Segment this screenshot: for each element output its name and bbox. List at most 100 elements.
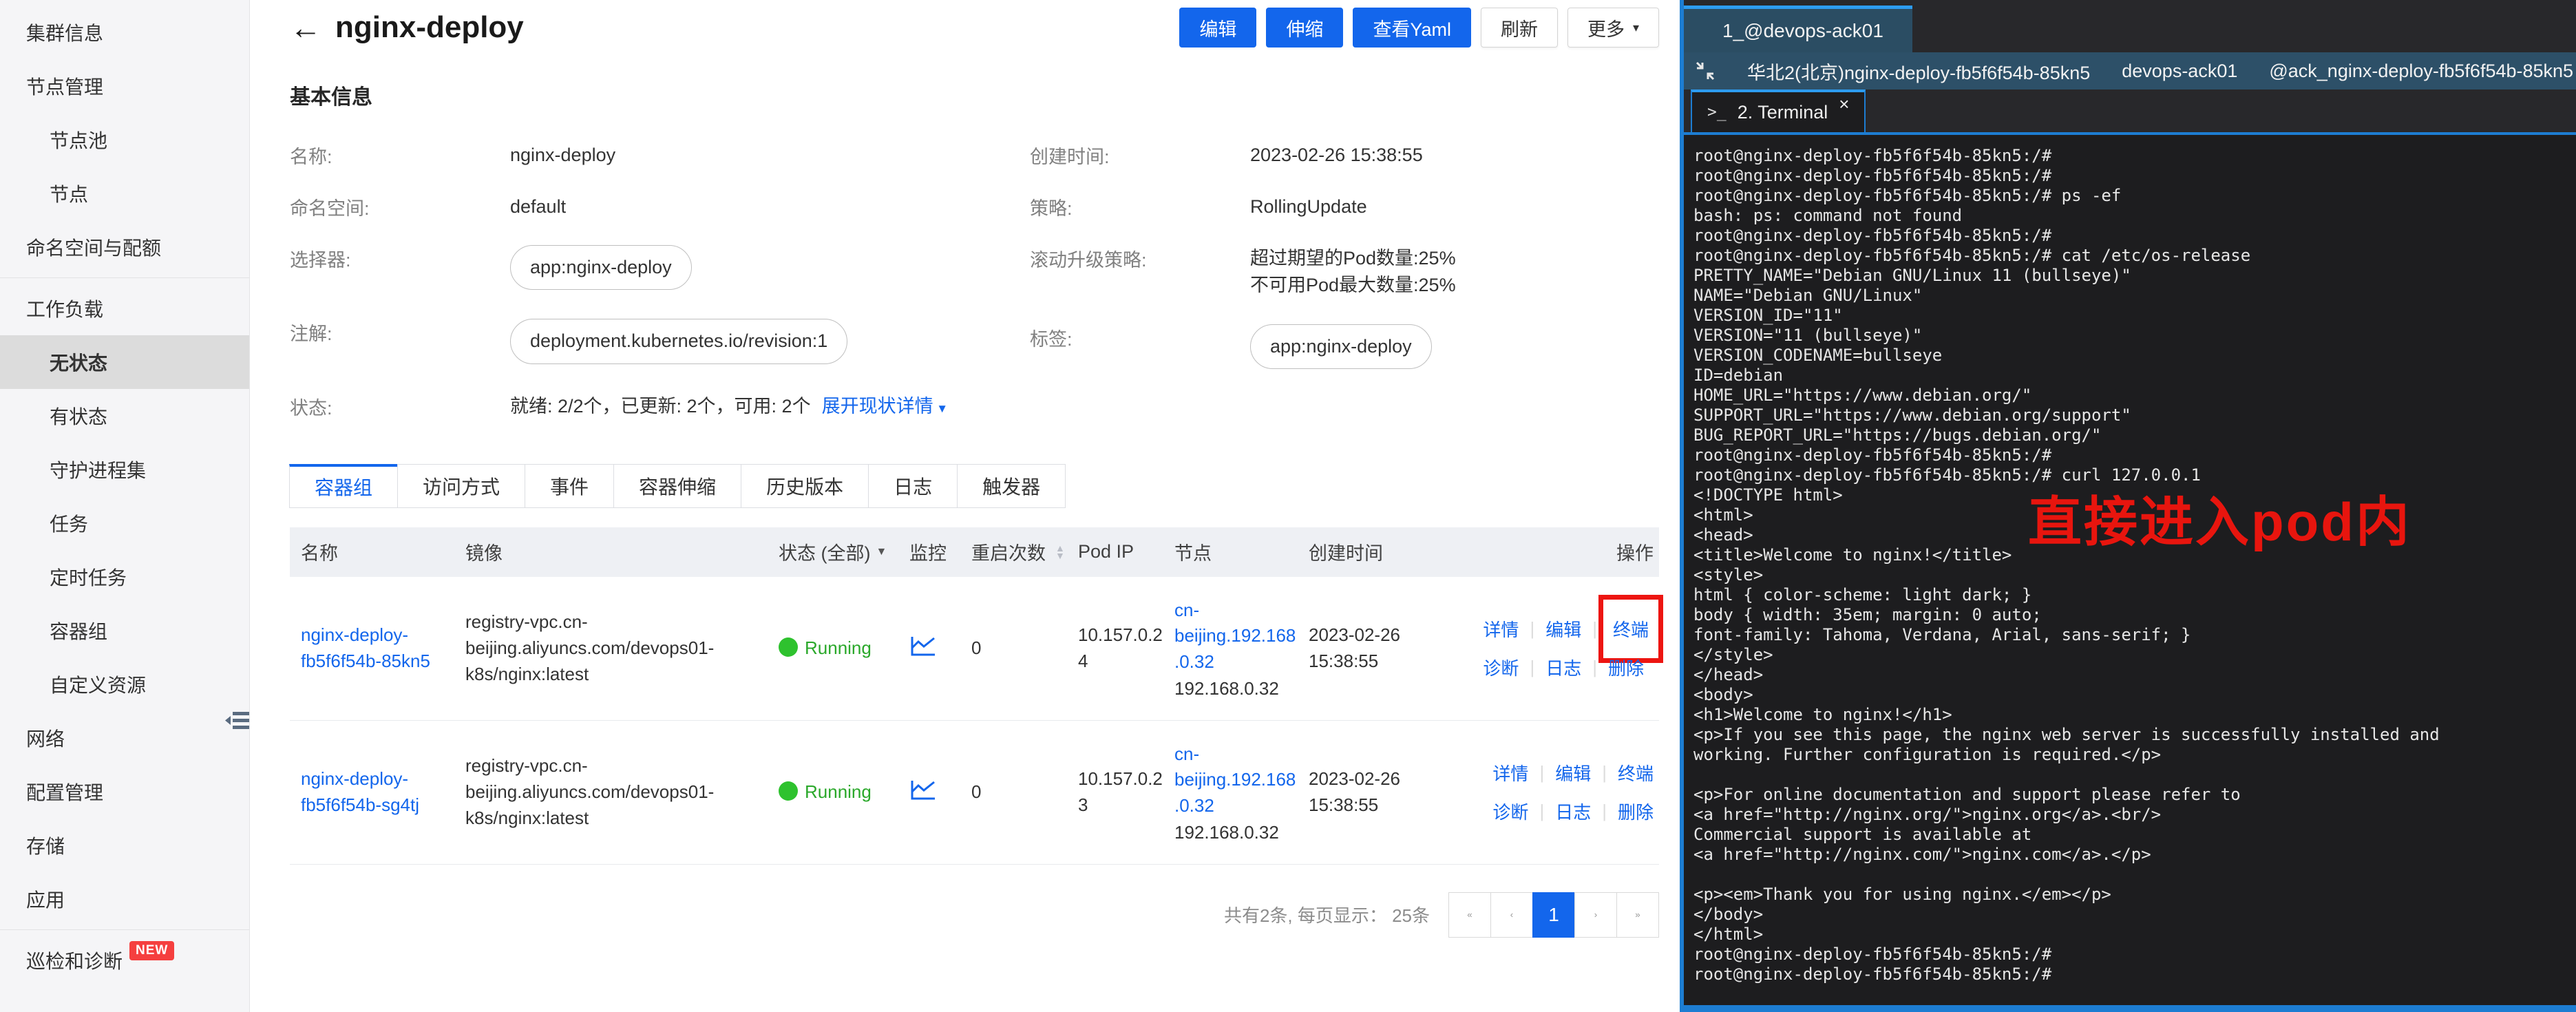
button-label: 刷新	[1501, 14, 1538, 41]
pod-name-link[interactable]: nginx-deploy-fb5f6f54b-85kn5	[301, 624, 430, 671]
terminal-output[interactable]: root@nginx-deploy-fb5f6f54b-85kn5:/# roo…	[1684, 135, 2576, 1005]
info-label: 状态:	[290, 388, 510, 420]
collapse-sidebar-icon[interactable]	[219, 704, 256, 737]
page-nav-button[interactable]: ›	[1574, 892, 1617, 938]
page-number-active[interactable]: 1	[1532, 892, 1575, 938]
tab-item[interactable]: 事件	[525, 464, 614, 508]
terminal-pod-location: 华北2(北京)nginx-deploy-fb5f6f54b-85kn5	[1747, 58, 2090, 85]
pod-action-line: 详情|编辑|终端	[1483, 610, 1654, 649]
sidebar-item[interactable]: 容器组	[0, 604, 249, 657]
column-header-restarts[interactable]: 重启次数▲▼	[971, 538, 1078, 565]
info-row: 名称:nginx-deploy	[290, 136, 1030, 169]
pod-action-link[interactable]: 删除	[1608, 655, 1644, 680]
sidebar-item[interactable]: 节点管理	[0, 59, 249, 113]
info-label: 策略:	[1030, 188, 1250, 220]
info-text: 超过期望的Pod数量:25% 不可用Pod最大数量:25%	[1250, 248, 1456, 295]
pod-action-link[interactable]: 终端	[1613, 620, 1649, 640]
pod-action-line: 诊断|日志|删除	[1492, 792, 1654, 831]
primary-action-button[interactable]: 查看Yaml	[1353, 8, 1471, 48]
pod-name-link[interactable]: nginx-deploy-fb5f6f54b-sg4tj	[301, 768, 419, 815]
close-terminal-tab-icon[interactable]: ×	[1839, 94, 1849, 115]
terminal-tab-label: 2. Terminal	[1738, 102, 1828, 123]
sidebar-item[interactable]: 有状态	[0, 389, 249, 443]
pod-action-link[interactable]: 详情	[1483, 616, 1519, 642]
page-nav-button[interactable]: »	[1616, 892, 1659, 938]
sidebar-item-label: 巡检和诊断	[26, 947, 123, 974]
sidebar-item[interactable]: 配置管理	[0, 765, 249, 819]
info-row: 策略:RollingUpdate	[1030, 188, 1659, 220]
monitor-chart-icon[interactable]	[909, 634, 937, 662]
tab-item[interactable]: 日志	[868, 464, 958, 508]
sidebar-item[interactable]: 工作负载	[0, 282, 249, 335]
status-dot-icon	[779, 637, 798, 657]
tab-terminal[interactable]: >_ 2. Terminal ×	[1691, 89, 1866, 132]
sidebar-item[interactable]: 巡检和诊断NEW	[0, 934, 249, 987]
sidebar-item[interactable]: 节点池	[0, 113, 249, 167]
primary-action-button[interactable]: 编辑	[1179, 8, 1256, 48]
info-label: 创建时间:	[1030, 136, 1250, 169]
action-separator: |	[1602, 801, 1607, 822]
secondary-action-button[interactable]: 更多▾	[1567, 8, 1659, 48]
pod-action-link[interactable]: 编辑	[1555, 760, 1591, 786]
terminal-session-tab[interactable]: 1_@devops-ack01	[1684, 6, 1912, 52]
tab-item[interactable]: 访问方式	[397, 464, 525, 508]
sidebar-item[interactable]: 节点	[0, 167, 249, 220]
sidebar-item[interactable]: 无状态	[0, 335, 249, 389]
page-nav-button[interactable]: «	[1448, 892, 1491, 938]
status-filter-caret-icon: ▼	[876, 546, 887, 558]
chevron-down-icon: ▼	[933, 402, 949, 415]
tab-item[interactable]: 历史版本	[741, 464, 869, 508]
pod-actions-cell: 详情|编辑|终端诊断|日志|删除	[1457, 610, 1659, 687]
pod-action-link[interactable]: 日志	[1555, 799, 1591, 824]
table-row: nginx-deploy-fb5f6f54b-85kn5registry-vpc…	[290, 577, 1659, 721]
info-value: 超过期望的Pod数量:25% 不可用Pod最大数量:25%	[1250, 240, 1456, 299]
tab-active[interactable]: 容器组	[289, 464, 398, 508]
sidebar-item-label: 命名空间与配额	[26, 233, 161, 261]
button-label: 伸缩	[1286, 14, 1323, 41]
sidebar-item[interactable]: 命名空间与配额	[0, 220, 249, 274]
primary-action-button[interactable]: 伸缩	[1266, 8, 1343, 48]
action-separator: |	[1539, 762, 1544, 783]
pod-action-link[interactable]: 终端	[1618, 760, 1654, 786]
info-row: 状态:就绪: 2/2个，已更新: 2个，可用: 2个展开现状详情 ▼	[290, 388, 1030, 420]
secondary-action-button[interactable]: 刷新	[1481, 8, 1558, 48]
monitor-chart-icon[interactable]	[909, 778, 937, 806]
pod-image-cell: registry-vpc.cn-beijing.aliyuncs.com/dev…	[465, 753, 779, 831]
info-label: 命名空间:	[290, 188, 510, 220]
sidebar-item[interactable]: 自定义资源	[0, 657, 249, 711]
highlight-red-box: 终端	[1598, 595, 1663, 663]
sidebar-item[interactable]: 任务	[0, 496, 249, 550]
pod-actions-cell: 详情|编辑|终端诊断|日志|删除	[1457, 754, 1659, 831]
pod-status-cell: Running	[779, 781, 909, 803]
info-row: 选择器:app:nginx-deploy	[290, 240, 1030, 290]
sidebar-item[interactable]: 守护进程集	[0, 443, 249, 496]
back-arrow-icon[interactable]: ←	[290, 12, 321, 43]
sidebar-item[interactable]: 网络	[0, 711, 249, 765]
pod-monitor-cell	[909, 778, 971, 806]
pod-ip-cell: 10.157.0.23	[1078, 766, 1174, 818]
pod-monitor-cell	[909, 634, 971, 662]
column-header-status[interactable]: 状态 (全部)▼	[779, 538, 909, 565]
sidebar-item[interactable]: 集群信息	[0, 6, 249, 59]
pod-action-link[interactable]: 日志	[1545, 655, 1581, 680]
pod-action-link[interactable]: 删除	[1618, 799, 1654, 824]
button-label: 查看Yaml	[1373, 14, 1451, 41]
expand-status-link[interactable]: 展开现状详情 ▼	[822, 396, 949, 417]
node-link[interactable]: cn-beijing.192.168.0.32	[1174, 598, 1299, 675]
pod-action-link[interactable]: 编辑	[1545, 616, 1581, 642]
node-link[interactable]: cn-beijing.192.168.0.32	[1174, 741, 1299, 819]
tab-item[interactable]: 触发器	[957, 464, 1066, 508]
sidebar-item[interactable]: 定时任务	[0, 550, 249, 604]
pod-action-link[interactable]: 诊断	[1483, 655, 1519, 680]
pod-action-link[interactable]: 诊断	[1492, 799, 1528, 824]
sidebar-item[interactable]: 应用	[0, 872, 249, 926]
info-value: default	[510, 188, 566, 220]
collapse-panel-icon[interactable]	[1695, 61, 1715, 81]
page-nav-button[interactable]: ‹	[1490, 892, 1533, 938]
tab-item[interactable]: 容器伸缩	[613, 464, 741, 508]
info-text: default	[510, 196, 566, 217]
column-header-created: 创建时间	[1309, 538, 1457, 565]
pod-action-link[interactable]: 详情	[1492, 760, 1528, 786]
sidebar-item[interactable]: 存储	[0, 819, 249, 872]
node-ip: 192.168.0.32	[1174, 678, 1299, 699]
